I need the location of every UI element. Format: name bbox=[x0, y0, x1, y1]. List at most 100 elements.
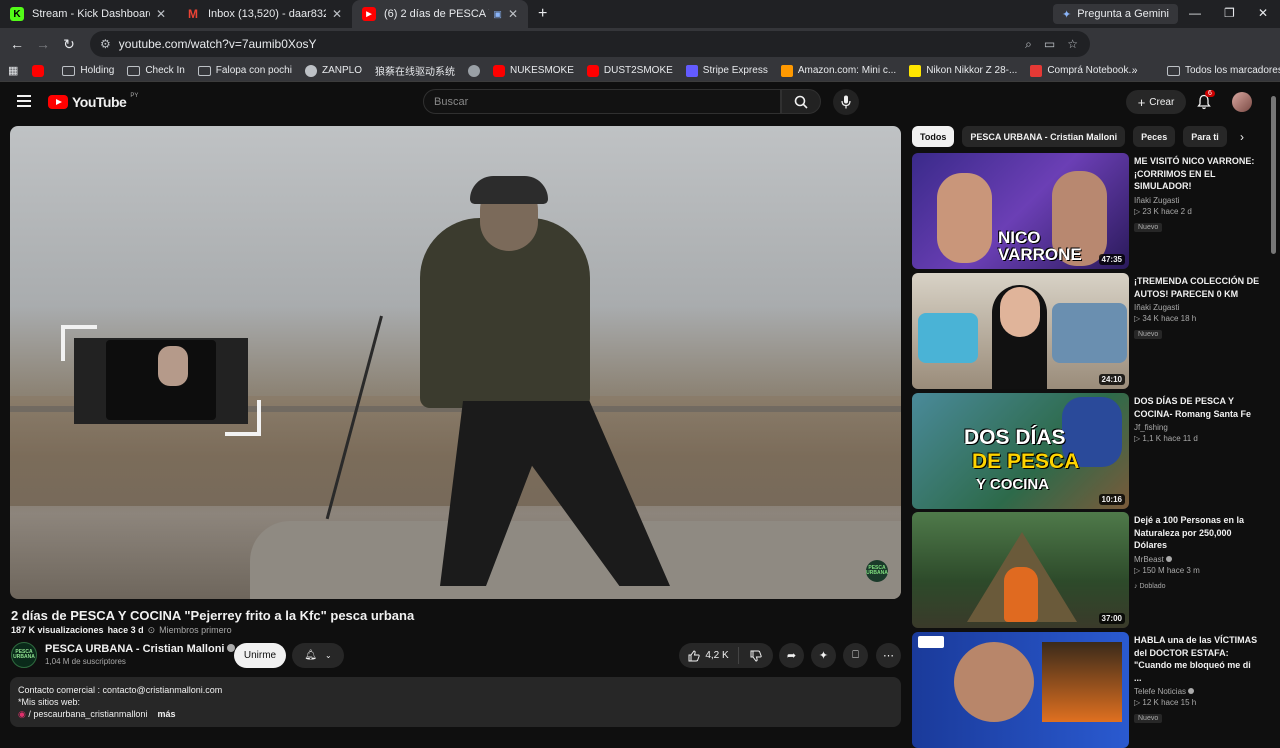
address-bar[interactable]: ⚙ youtube.com/watch?v=7aumib0XosY ⌕ ▭ ☆ bbox=[90, 31, 1090, 57]
description-line: Contacto comercial : contacto@cristianma… bbox=[18, 685, 223, 695]
mercadolibre-icon bbox=[909, 64, 922, 77]
chip-peces[interactable]: Peces bbox=[1133, 126, 1176, 147]
more-actions-button[interactable]: ⋯ bbox=[876, 643, 901, 668]
amazon-icon bbox=[780, 64, 793, 77]
join-button[interactable]: Unirme bbox=[234, 643, 286, 668]
minimize-button[interactable]: — bbox=[1189, 6, 1201, 20]
bookmark-check-in[interactable]: Check In bbox=[127, 65, 185, 76]
more-bookmarks-icon[interactable]: » bbox=[1132, 65, 1138, 76]
duration-badge: 47:35 bbox=[1098, 254, 1125, 265]
channel-avatar[interactable]: PESCA URBANA bbox=[11, 642, 37, 668]
channel-watermark[interactable]: PESCA URBANA bbox=[866, 560, 888, 582]
close-tab-icon[interactable]: ✕ bbox=[156, 7, 166, 21]
search-button[interactable] bbox=[781, 89, 821, 114]
video-thumbnail[interactable]: 24:10 bbox=[912, 273, 1129, 389]
show-more-link[interactable]: más bbox=[157, 709, 175, 719]
cast-icon[interactable]: ▭ bbox=[1044, 37, 1055, 51]
dubbed-badge: ♪ Doblado bbox=[1134, 582, 1166, 590]
notifications-button[interactable]: 6 bbox=[1196, 90, 1215, 110]
bookmark-holding[interactable]: Holding bbox=[62, 65, 114, 76]
zoom-icon[interactable]: ⌕ bbox=[1025, 37, 1032, 52]
chip-channel[interactable]: PESCA URBANA - Cristian Malloni bbox=[962, 126, 1126, 147]
bell-ring-icon: 🔔︎ bbox=[304, 650, 317, 661]
bookmark-notebook[interactable]: Comprá Notebook... bbox=[1030, 64, 1137, 77]
recommendation-item[interactable]: 37:00 Dejé a 100 Personas en la Naturale… bbox=[912, 512, 1272, 628]
like-button[interactable]: 4,2 K bbox=[679, 647, 739, 664]
channel-name[interactable]: PESCA URBANA - Cristian Malloni bbox=[45, 643, 236, 655]
page-scrollbar[interactable] bbox=[1271, 96, 1276, 254]
bookmark-stripe[interactable]: Stripe Express bbox=[685, 64, 768, 77]
all-bookmarks[interactable]: Todos los marcadores bbox=[1167, 65, 1280, 76]
chip-todos[interactable]: Todos bbox=[912, 126, 955, 147]
close-window-button[interactable]: ✕ bbox=[1258, 6, 1268, 20]
bookmark-amazon[interactable]: Amazon.com: Mini c... bbox=[780, 64, 896, 77]
folder-icon bbox=[62, 65, 76, 76]
rec-channel[interactable]: Jf_fishing bbox=[1134, 423, 1260, 432]
rec-title: ¡TREMENDA COLECCIÓN DE AUTOS! PARECEN 0 … bbox=[1134, 276, 1260, 299]
rec-channel[interactable]: Telefe Noticias bbox=[1134, 687, 1260, 696]
chevron-right-icon[interactable]: › bbox=[1234, 129, 1250, 145]
rock-ledge bbox=[250, 521, 901, 599]
bookmark-nikon[interactable]: Nikon Nikkor Z 28-... bbox=[909, 64, 1017, 77]
search-input[interactable]: Buscar bbox=[423, 89, 781, 114]
create-button[interactable]: + Crear bbox=[1126, 90, 1186, 114]
account-avatar[interactable] bbox=[1232, 92, 1252, 112]
recommendation-item[interactable]: 24:10 ¡TREMENDA COLECCIÓN DE AUTOS! PARE… bbox=[912, 273, 1272, 389]
subscription-bell-button[interactable]: 🔔︎ ⌄ bbox=[292, 643, 344, 668]
tab-kick[interactable]: K Stream - Kick Dashboard ✕ bbox=[0, 0, 176, 28]
recommendation-item[interactable]: NICO VARRONE 47:35 ME VISITÓ NICO VARRON… bbox=[912, 153, 1272, 269]
apps-grid-icon[interactable]: ▦ bbox=[8, 64, 18, 77]
bookmark-zanplo[interactable]: ZANPLO bbox=[304, 64, 362, 77]
rec-channel[interactable]: Iñaki Zugasti bbox=[1134, 196, 1260, 205]
globe-icon bbox=[467, 64, 480, 77]
news-logo-icon bbox=[918, 636, 944, 648]
bookmark-driver[interactable]: 狼蔡在线驱动系统 bbox=[375, 63, 455, 78]
forward-icon[interactable]: → bbox=[30, 36, 56, 52]
like-dislike-group: 4,2 K bbox=[679, 643, 773, 668]
rec-views: ▷ 34 K hace 18 h bbox=[1134, 314, 1197, 323]
new-tab-button[interactable]: + bbox=[538, 5, 547, 23]
tab-gmail[interactable]: M Inbox (13,520) - daar832@gma ✕ bbox=[176, 0, 352, 28]
recommendation-item[interactable]: DOS DÍAS DE PESCA Y COCINA 10:16 DOS DÍA… bbox=[912, 393, 1272, 509]
video-thumbnail[interactable]: NICO VARRONE 47:35 bbox=[912, 153, 1129, 269]
ask-ai-button[interactable]: ✦ bbox=[811, 643, 836, 668]
bookmark-youtube[interactable] bbox=[32, 64, 49, 77]
gemini-button[interactable]: ✦ Pregunta a Gemini bbox=[1053, 4, 1178, 24]
rec-views: ▷ 23 K hace 2 d bbox=[1134, 206, 1192, 216]
instagram-link[interactable]: / pescaurbana_cristianmalloni bbox=[28, 709, 147, 719]
chip-para-ti[interactable]: Para ti bbox=[1183, 126, 1227, 147]
youtube-logo[interactable]: YouTube PY bbox=[48, 93, 138, 110]
bookmark-globe[interactable] bbox=[467, 64, 480, 77]
rec-channel[interactable]: MrBeast bbox=[1134, 555, 1260, 564]
rec-channel[interactable]: Iñaki Zugasti bbox=[1134, 303, 1260, 312]
bookmark-dust2smoke[interactable]: DUST2SMOKE bbox=[586, 64, 673, 77]
recommendation-item[interactable]: HABLA una de las VÍCTIMAS del DOCTOR EST… bbox=[912, 632, 1272, 748]
reload-icon[interactable]: ↻ bbox=[56, 36, 82, 53]
new-badge: Nuevo bbox=[1134, 330, 1163, 339]
video-thumbnail[interactable]: 37:00 bbox=[912, 512, 1129, 628]
site-info-icon[interactable]: ⚙ bbox=[100, 37, 111, 51]
tab-youtube[interactable]: ▶ (6) 2 días de PESCA Y COCI ▣ ✕ bbox=[352, 0, 528, 28]
upload-age: hace 3 d bbox=[107, 625, 144, 635]
thumb-car bbox=[918, 313, 978, 363]
voice-search-button[interactable] bbox=[833, 89, 859, 115]
back-icon[interactable]: ← bbox=[4, 36, 30, 52]
dislike-button[interactable] bbox=[739, 650, 773, 662]
maximize-button[interactable]: ❐ bbox=[1224, 6, 1235, 20]
guide-menu-icon[interactable] bbox=[17, 95, 31, 110]
youtube-icon bbox=[586, 64, 599, 77]
view-count: 187 K visualizaciones bbox=[11, 625, 104, 635]
microphone-icon bbox=[841, 95, 851, 109]
audio-icon[interactable]: ▣ bbox=[493, 9, 502, 20]
video-thumbnail[interactable]: DOS DÍAS DE PESCA Y COCINA 10:16 bbox=[912, 393, 1129, 509]
share-button[interactable]: ➦ bbox=[779, 643, 804, 668]
folder-icon bbox=[197, 65, 211, 76]
rec-title: DOS DÍAS DE PESCA Y COCINA- Romang Santa… bbox=[1134, 396, 1252, 419]
bookmark-nukesmoke[interactable]: NUKESMOKE bbox=[492, 64, 574, 77]
bookmark-falopa[interactable]: Falopa con pochi bbox=[197, 65, 292, 76]
video-thumbnail[interactable] bbox=[912, 632, 1129, 748]
close-tab-icon[interactable]: ✕ bbox=[508, 7, 518, 21]
bookmark-star-icon[interactable]: ☆ bbox=[1067, 37, 1078, 51]
save-button[interactable]: ⎕ bbox=[843, 643, 868, 668]
close-tab-icon[interactable]: ✕ bbox=[332, 7, 342, 21]
